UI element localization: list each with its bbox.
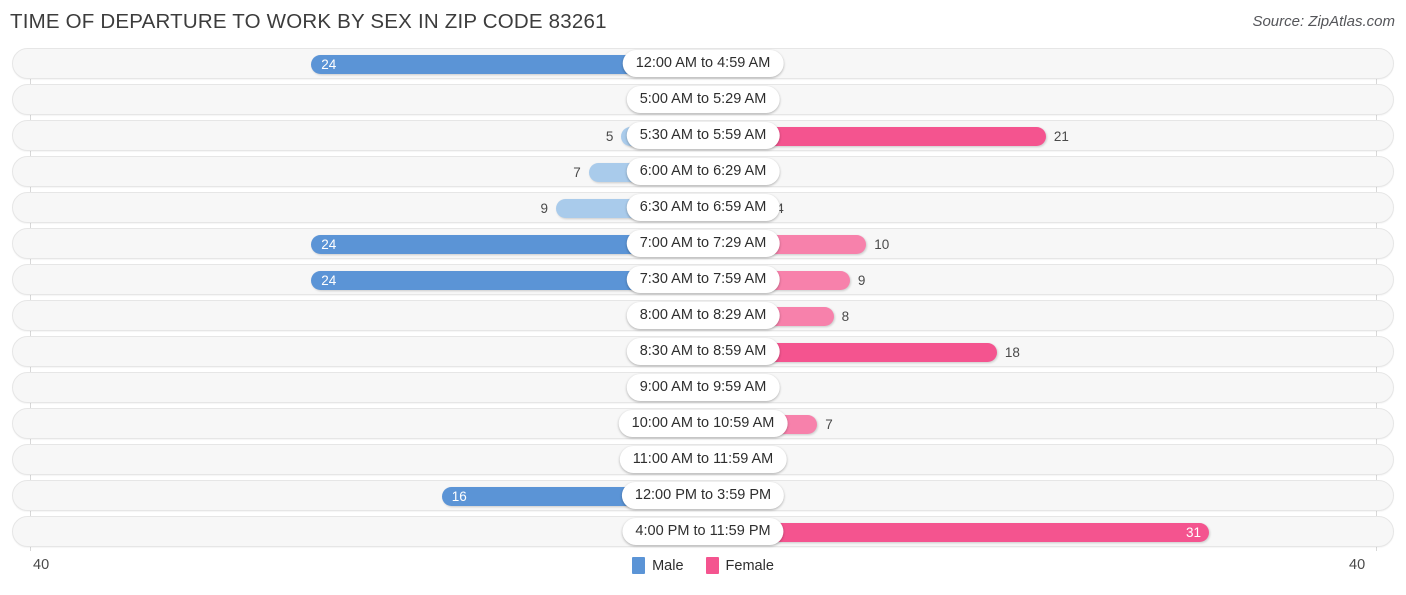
value-label-female: 21 (1053, 129, 1069, 144)
bar-row: 24012:00 AM to 4:59 AM (0, 46, 1406, 82)
legend-swatch-male-icon (632, 557, 646, 574)
bar-row: 0710:00 AM to 10:59 AM (0, 406, 1406, 442)
value-label-female: 8 (841, 309, 850, 324)
bar-rows-container: 24012:00 AM to 4:59 AM205:00 AM to 5:29 … (0, 46, 1406, 550)
category-label: 10:00 AM to 10:59 AM (618, 410, 788, 437)
value-label-male: 16 (451, 489, 467, 504)
bar-row: 029:00 AM to 9:59 AM (0, 370, 1406, 406)
category-label: 8:00 AM to 8:29 AM (626, 302, 780, 329)
category-label: 12:00 PM to 3:59 PM (621, 482, 785, 509)
category-label: 5:30 AM to 5:59 AM (626, 122, 780, 149)
value-label-male: 9 (540, 201, 549, 216)
category-label: 8:30 AM to 8:59 AM (626, 338, 780, 365)
category-label: 12:00 AM to 4:59 AM (622, 50, 784, 77)
value-label-male: 5 (605, 129, 614, 144)
value-label-female: 7 (825, 417, 833, 432)
chart-legend: Male Female (0, 557, 1406, 574)
bar-row: 24 9 7:30 AM to 7:59 AM (0, 262, 1406, 298)
category-label: 7:00 AM to 7:29 AM (626, 230, 780, 257)
category-label: 5:00 AM to 5:29 AM (626, 86, 780, 113)
legend-swatch-female-icon (705, 557, 719, 574)
category-label: 7:30 AM to 7:59 AM (626, 266, 780, 293)
legend-item-male[interactable]: Male (632, 557, 684, 574)
bar-row: 5 21 5:30 AM to 5:59 AM (0, 118, 1406, 154)
category-label: 6:30 AM to 6:59 AM (626, 194, 780, 221)
chart-header: TIME OF DEPARTURE TO WORK BY SEX IN ZIP … (0, 0, 1406, 46)
bar-row: 9 4 6:30 AM to 6:59 AM (0, 190, 1406, 226)
value-label-female: 31 (1186, 525, 1202, 540)
legend-label-male: Male (652, 557, 684, 574)
bar-row: 16012:00 PM to 3:59 PM (0, 478, 1406, 514)
value-label-male: 7 (573, 165, 581, 180)
chart-footer: 40 40 Male Female (0, 551, 1406, 595)
value-label-male: 24 (321, 237, 337, 252)
value-label-female: 4 (776, 201, 784, 216)
bar-row: 3314:00 PM to 11:59 PM (0, 514, 1406, 550)
value-label-female: 10 (874, 237, 890, 252)
category-label: 4:00 PM to 11:59 PM (622, 518, 784, 545)
bar-row: 205:00 AM to 5:29 AM (0, 82, 1406, 118)
bar-row: 0011:00 AM to 11:59 AM (0, 442, 1406, 478)
value-label-male: 24 (321, 273, 337, 288)
category-label: 11:00 AM to 11:59 AM (619, 446, 787, 473)
category-label: 9:00 AM to 9:59 AM (626, 374, 780, 401)
page-title: TIME OF DEPARTURE TO WORK BY SEX IN ZIP … (10, 10, 607, 33)
bar-row: 24 10 7:00 AM to 7:29 AM (0, 226, 1406, 262)
category-label: 6:00 AM to 6:29 AM (626, 158, 780, 185)
value-label-female: 18 (1004, 345, 1020, 360)
bar-row: 706:00 AM to 6:29 AM (0, 154, 1406, 190)
value-label-male: 24 (321, 57, 337, 72)
legend-label-female: Female (725, 557, 774, 574)
bar-row: 3188:30 AM to 8:59 AM (0, 334, 1406, 370)
chart-plot-area: 24012:00 AM to 4:59 AM205:00 AM to 5:29 … (0, 46, 1406, 551)
bar-row: 388:00 AM to 8:29 AM (0, 298, 1406, 334)
legend-item-female[interactable]: Female (705, 557, 774, 574)
source-attribution: Source: ZipAtlas.com (1252, 13, 1395, 30)
value-label-female: 9 (857, 273, 866, 288)
